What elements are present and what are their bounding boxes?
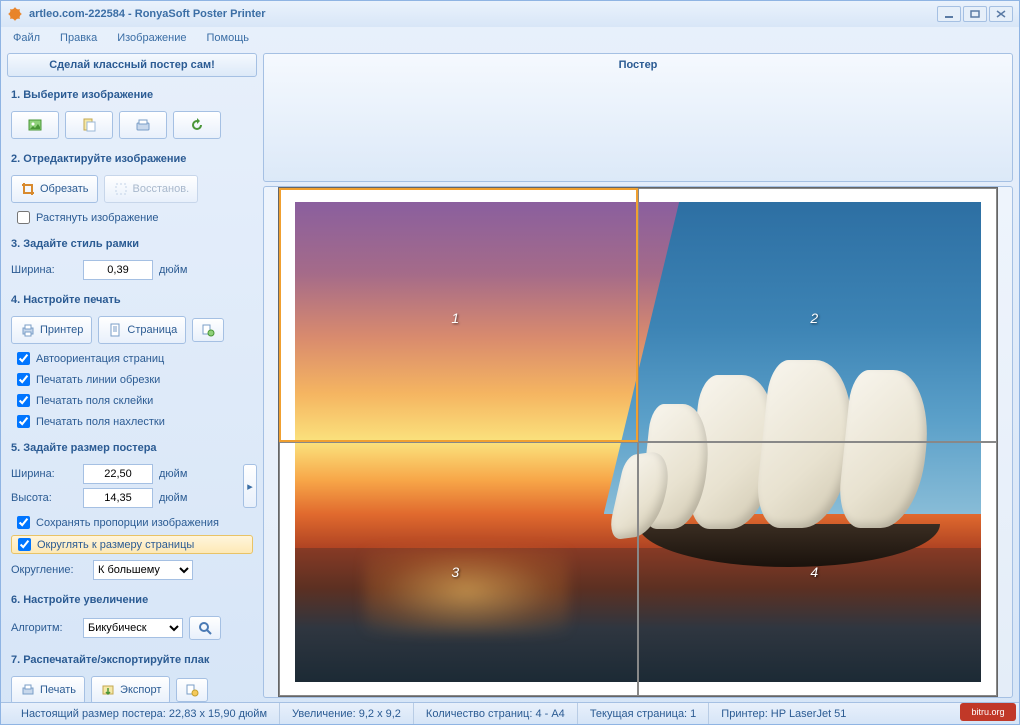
print-button[interactable]: Печать [11,676,85,704]
border-width-unit: дюйм [159,264,187,276]
menu-edit[interactable]: Правка [56,30,101,46]
status-real-size: Настоящий размер постера: 22,83 x 15,90 … [9,703,280,724]
page-3[interactable]: 3 [279,442,638,696]
app-window: artleo.com-222584 - RonyaSoft Poster Pri… [0,0,1020,725]
crop-button[interactable]: Обрезать [11,175,98,203]
stretch-label: Растянуть изображение [36,212,159,224]
watermark: bitru.org [960,703,1016,721]
titlebar[interactable]: artleo.com-222584 - RonyaSoft Poster Pri… [1,1,1019,27]
size-expander[interactable]: ▸ [243,464,257,508]
step7-title: 7. Распечатайте/экспортируйте плак [7,652,257,668]
step1-title: 1. Выберите изображение [7,87,257,103]
preview-area: 1 2 3 4 [263,186,1013,698]
close-button[interactable] [989,6,1013,22]
main-panel: Постер 1 2 [263,53,1013,698]
poster-header[interactable]: Постер [263,53,1013,182]
paste-image-button[interactable] [65,111,113,139]
status-zoom: Увеличение: 9,2 x 9,2 [280,703,414,724]
zoom-preview-button[interactable] [189,616,221,640]
step5-title: 5. Задайте размер постера [7,440,257,456]
rounding-select[interactable]: К большему [93,560,193,580]
step2-title: 2. Отредактируйте изображение [7,151,257,167]
poster-width-label: Ширина: [11,468,77,480]
minimize-button[interactable] [937,6,961,22]
glue-fields-checkbox[interactable] [17,394,30,407]
stretch-checkbox[interactable] [17,211,30,224]
restore-button: Восстанов. [104,175,199,203]
rounding-label: Округление: [11,564,87,576]
algorithm-select[interactable]: Бикубическ [83,618,183,638]
make-poster-button[interactable]: Сделай классный постер сам! [7,53,257,77]
status-page-count: Количество страниц: 4 - A4 [414,703,578,724]
scan-image-button[interactable] [119,111,167,139]
page-settings-button[interactable] [192,318,224,342]
status-current-page: Текущая страница: 1 [578,703,709,724]
round-to-page-checkbox[interactable] [18,538,31,551]
app-icon [7,6,23,22]
export-button[interactable]: Экспорт [91,676,170,704]
page-4[interactable]: 4 [638,442,997,696]
maximize-button[interactable] [963,6,987,22]
sidebar: Сделай классный постер сам! 1. Выберите … [7,53,257,698]
crop-lines-checkbox[interactable] [17,373,30,386]
keep-proportions-checkbox[interactable] [17,516,30,529]
poster-preview[interactable]: 1 2 3 4 [278,187,998,697]
content-area: Сделай классный постер сам! 1. Выберите … [1,49,1019,702]
menu-file[interactable]: Файл [9,30,44,46]
auto-orient-checkbox[interactable] [17,352,30,365]
border-width-label: Ширина: [11,264,77,276]
printer-button[interactable]: Принтер [11,316,92,344]
step3-title: 3. Задайте стиль рамки [7,236,257,252]
statusbar: Настоящий размер постера: 22,83 x 15,90 … [1,702,1019,724]
border-width-input[interactable] [83,260,153,280]
step4-title: 4. Настройте печать [7,292,257,308]
algorithm-label: Алгоритм: [11,622,77,634]
menu-help[interactable]: Помощь [203,30,254,46]
export-settings-button[interactable] [176,678,208,702]
page-2[interactable]: 2 [638,188,997,442]
poster-width-input[interactable] [83,464,153,484]
reload-image-button[interactable] [173,111,221,139]
menubar: Файл Правка Изображение Помощь [1,27,1019,49]
page-1[interactable]: 1 [279,188,638,442]
poster-height-input[interactable] [83,488,153,508]
menu-image[interactable]: Изображение [113,30,190,46]
step6-title: 6. Настройте увеличение [7,592,257,608]
open-image-button[interactable] [11,111,59,139]
window-title: artleo.com-222584 - RonyaSoft Poster Pri… [29,8,266,20]
page-button[interactable]: Страница [98,316,186,344]
overlap-fields-checkbox[interactable] [17,415,30,428]
poster-height-label: Высота: [11,492,77,504]
